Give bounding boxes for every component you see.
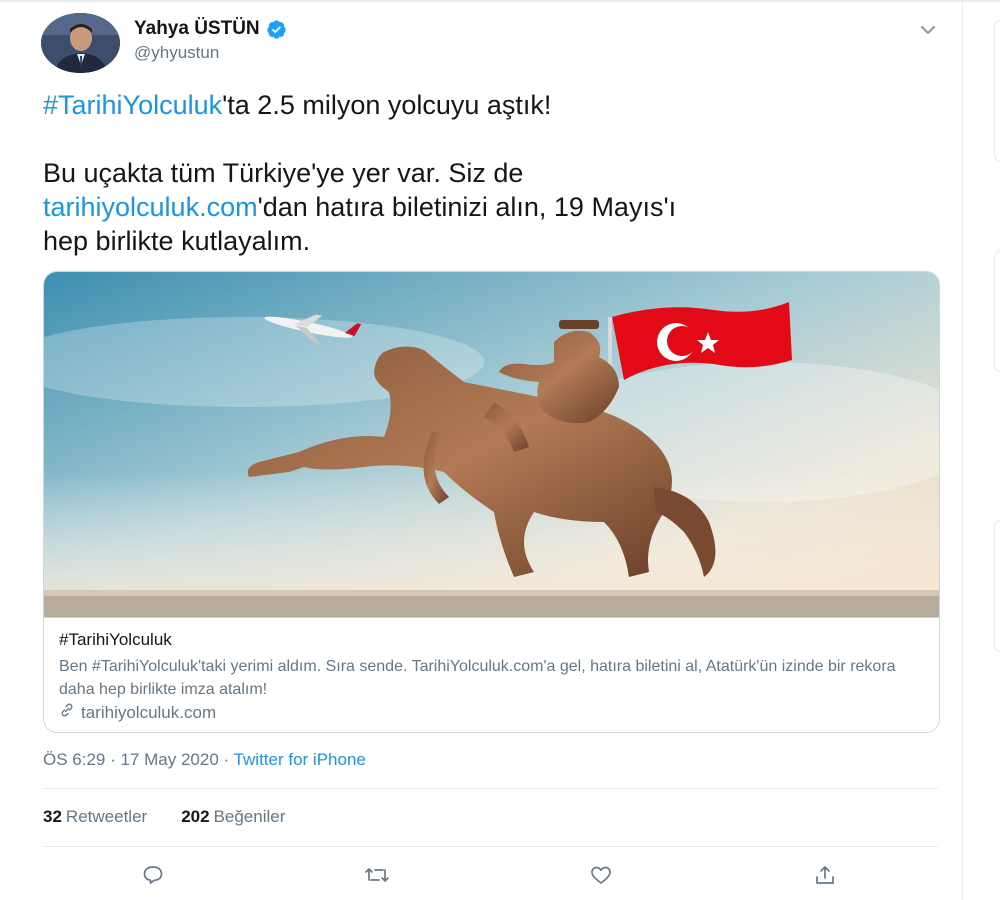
tweet-line: tarihiyolculuk.com'dan hatıra biletinizi… (43, 190, 923, 224)
tweet-line: hep birlikte kutlayalım. (43, 226, 311, 256)
likes-count: 202 (181, 807, 210, 826)
link-card[interactable]: #TarihiYolculuk Ben #TarihiYolculuk'taki… (43, 271, 940, 733)
retweet-icon[interactable] (361, 859, 393, 891)
card-domain-label[interactable]: tarihiyolculuk.com (81, 703, 216, 723)
tweet-text: #TarihiYolculuk'ta 2.5 milyon yolcuyu aş… (43, 88, 923, 258)
tweet-meta: ÖS 6:29 · 17 May 2020 · Twitter for iPho… (43, 750, 366, 770)
chevron-down-icon[interactable] (914, 16, 942, 44)
hashtag-link[interactable]: #TarihiYolculuk (43, 90, 222, 120)
card-domain[interactable]: tarihiyolculuk.com (59, 702, 216, 723)
timestamp[interactable]: ÖS 6:29 · 17 May 2020 · (43, 750, 234, 769)
likes-stat[interactable]: 202 Beğeniler (181, 807, 285, 827)
tweet-text-segment: 'ta 2.5 milyon yolcuyu aştık! (222, 90, 552, 120)
divider (43, 846, 938, 847)
retweets-count: 32 (43, 807, 62, 826)
likes-label: Beğeniler (213, 807, 286, 826)
tweet-line: Bu uçakta tüm Türkiye'ye yer var. Siz de (43, 158, 524, 188)
tweet-text-segment: 'dan hatıra biletinizi alın, 19 Mayıs'ı (257, 192, 677, 222)
side-panel-edge (994, 250, 1000, 372)
side-panel-edge (994, 520, 1000, 652)
tweet-line: #TarihiYolculuk'ta 2.5 milyon yolcuyu aş… (43, 88, 923, 122)
url-link[interactable]: tarihiyolculuk.com (43, 192, 258, 222)
tweet-stats: 32 Retweetler 202 Beğeniler (43, 807, 285, 827)
avatar[interactable] (41, 13, 120, 73)
author-name[interactable]: Yahya ÜSTÜN (134, 18, 287, 40)
top-border (0, 0, 1000, 2)
retweets-stat[interactable]: 32 Retweetler (43, 807, 147, 827)
card-title[interactable]: #TarihiYolculuk (59, 630, 172, 650)
card-body[interactable]: #TarihiYolculuk Ben #TarihiYolculuk'taki… (44, 617, 939, 732)
source-link[interactable]: Twitter for iPhone (234, 750, 366, 769)
author-name-label[interactable]: Yahya ÜSTÜN (134, 18, 260, 40)
verified-badge-icon (266, 19, 287, 40)
retweets-label: Retweetler (65, 807, 148, 826)
share-icon[interactable] (809, 859, 841, 891)
card-image[interactable] (44, 272, 939, 617)
reply-icon[interactable] (137, 859, 169, 891)
link-icon (59, 702, 75, 723)
action-bar (43, 855, 938, 895)
column-border (962, 0, 963, 900)
divider (43, 788, 938, 789)
author-handle[interactable]: @yhyustun (134, 43, 219, 63)
like-icon[interactable] (585, 859, 617, 891)
card-description: Ben #TarihiYolculuk'taki yerimi aldım. S… (59, 658, 896, 698)
side-panel-edge (994, 20, 1000, 162)
